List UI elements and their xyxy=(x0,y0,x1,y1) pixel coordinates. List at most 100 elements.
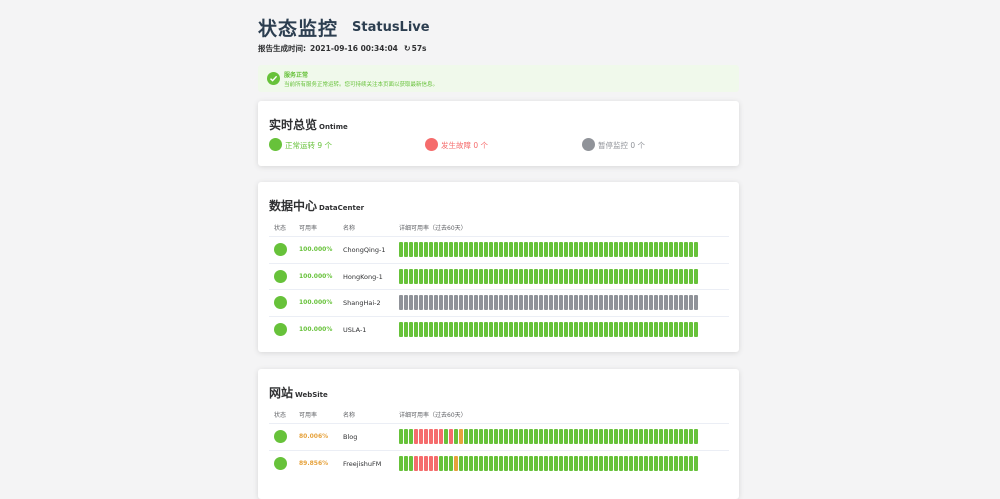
day-bar[interactable] xyxy=(604,295,608,310)
day-bar[interactable] xyxy=(619,295,623,310)
day-bar[interactable] xyxy=(654,268,658,284)
day-bar[interactable] xyxy=(679,455,683,471)
day-bar[interactable] xyxy=(434,242,438,257)
day-bar[interactable] xyxy=(644,455,648,471)
day-bar[interactable] xyxy=(529,455,533,471)
day-bar[interactable] xyxy=(574,321,578,337)
day-bar[interactable] xyxy=(504,455,508,471)
day-bar[interactable] xyxy=(539,321,543,337)
day-bar[interactable] xyxy=(469,268,473,284)
day-bar[interactable] xyxy=(644,321,648,337)
day-bar[interactable] xyxy=(639,268,643,284)
day-bar[interactable] xyxy=(509,429,513,444)
day-bar[interactable] xyxy=(624,321,628,337)
day-bar[interactable] xyxy=(639,242,643,257)
day-bar[interactable] xyxy=(419,455,423,471)
day-bar[interactable] xyxy=(684,321,688,337)
day-bar[interactable] xyxy=(534,321,538,337)
day-bar[interactable] xyxy=(399,242,403,257)
day-bar[interactable] xyxy=(669,268,673,284)
day-bar[interactable] xyxy=(419,268,423,284)
day-bar[interactable] xyxy=(524,242,528,257)
day-bar[interactable] xyxy=(609,295,613,310)
day-bar[interactable] xyxy=(534,242,538,257)
day-bar[interactable] xyxy=(454,429,458,444)
day-bar[interactable] xyxy=(689,429,693,444)
day-bar[interactable] xyxy=(649,321,653,337)
day-bar[interactable] xyxy=(619,242,623,257)
day-bar[interactable] xyxy=(544,321,548,337)
day-bar[interactable] xyxy=(504,268,508,284)
day-bar[interactable] xyxy=(409,295,413,310)
day-bar[interactable] xyxy=(404,429,408,444)
day-bar[interactable] xyxy=(469,242,473,257)
day-bar[interactable] xyxy=(654,321,658,337)
day-bar[interactable] xyxy=(464,268,468,284)
day-bar[interactable] xyxy=(679,295,683,310)
day-bar[interactable] xyxy=(489,242,493,257)
day-bar[interactable] xyxy=(544,268,548,284)
day-bar[interactable] xyxy=(404,295,408,310)
day-bar[interactable] xyxy=(664,321,668,337)
day-bar[interactable] xyxy=(514,429,518,444)
day-bar[interactable] xyxy=(599,429,603,444)
day-bar[interactable] xyxy=(614,295,618,310)
day-bar[interactable] xyxy=(529,295,533,310)
day-bar[interactable] xyxy=(499,268,503,284)
day-bar[interactable] xyxy=(569,321,573,337)
day-bar[interactable] xyxy=(644,268,648,284)
day-bar[interactable] xyxy=(659,429,663,444)
day-bar[interactable] xyxy=(399,429,403,444)
day-bar[interactable] xyxy=(579,455,583,471)
day-bar[interactable] xyxy=(564,242,568,257)
day-bar[interactable] xyxy=(634,295,638,310)
day-bar[interactable] xyxy=(469,455,473,471)
day-bar[interactable] xyxy=(539,295,543,310)
day-bar[interactable] xyxy=(459,321,463,337)
day-bar[interactable] xyxy=(584,242,588,257)
day-bar[interactable] xyxy=(444,295,448,310)
day-bar[interactable] xyxy=(629,429,633,444)
day-bar[interactable] xyxy=(549,429,553,444)
day-bar[interactable] xyxy=(689,295,693,310)
day-bar[interactable] xyxy=(404,268,408,284)
day-bar[interactable] xyxy=(494,455,498,471)
day-bar[interactable] xyxy=(654,455,658,471)
day-bar[interactable] xyxy=(529,321,533,337)
day-bar[interactable] xyxy=(659,268,663,284)
day-bar[interactable] xyxy=(694,242,698,257)
day-bar[interactable] xyxy=(534,455,538,471)
day-bar[interactable] xyxy=(444,268,448,284)
day-bar[interactable] xyxy=(674,295,678,310)
day-bar[interactable] xyxy=(544,429,548,444)
day-bar[interactable] xyxy=(554,268,558,284)
day-bar[interactable] xyxy=(574,268,578,284)
day-bar[interactable] xyxy=(549,295,553,310)
day-bar[interactable] xyxy=(604,321,608,337)
day-bar[interactable] xyxy=(434,429,438,444)
day-bar[interactable] xyxy=(679,242,683,257)
day-bar[interactable] xyxy=(569,242,573,257)
day-bar[interactable] xyxy=(624,242,628,257)
day-bar[interactable] xyxy=(624,268,628,284)
day-bar[interactable] xyxy=(539,268,543,284)
day-bar[interactable] xyxy=(424,242,428,257)
day-bar[interactable] xyxy=(684,429,688,444)
day-bar[interactable] xyxy=(689,268,693,284)
day-bar[interactable] xyxy=(549,321,553,337)
day-bar[interactable] xyxy=(494,242,498,257)
day-bar[interactable] xyxy=(609,429,613,444)
day-bar[interactable] xyxy=(639,321,643,337)
day-bar[interactable] xyxy=(659,321,663,337)
day-bar[interactable] xyxy=(684,242,688,257)
day-bar[interactable] xyxy=(489,268,493,284)
day-bar[interactable] xyxy=(609,455,613,471)
day-bar[interactable] xyxy=(534,268,538,284)
day-bar[interactable] xyxy=(559,429,563,444)
day-bar[interactable] xyxy=(614,268,618,284)
day-bar[interactable] xyxy=(559,295,563,310)
day-bar[interactable] xyxy=(589,455,593,471)
day-bar[interactable] xyxy=(499,242,503,257)
day-bar[interactable] xyxy=(484,242,488,257)
day-bar[interactable] xyxy=(484,321,488,337)
